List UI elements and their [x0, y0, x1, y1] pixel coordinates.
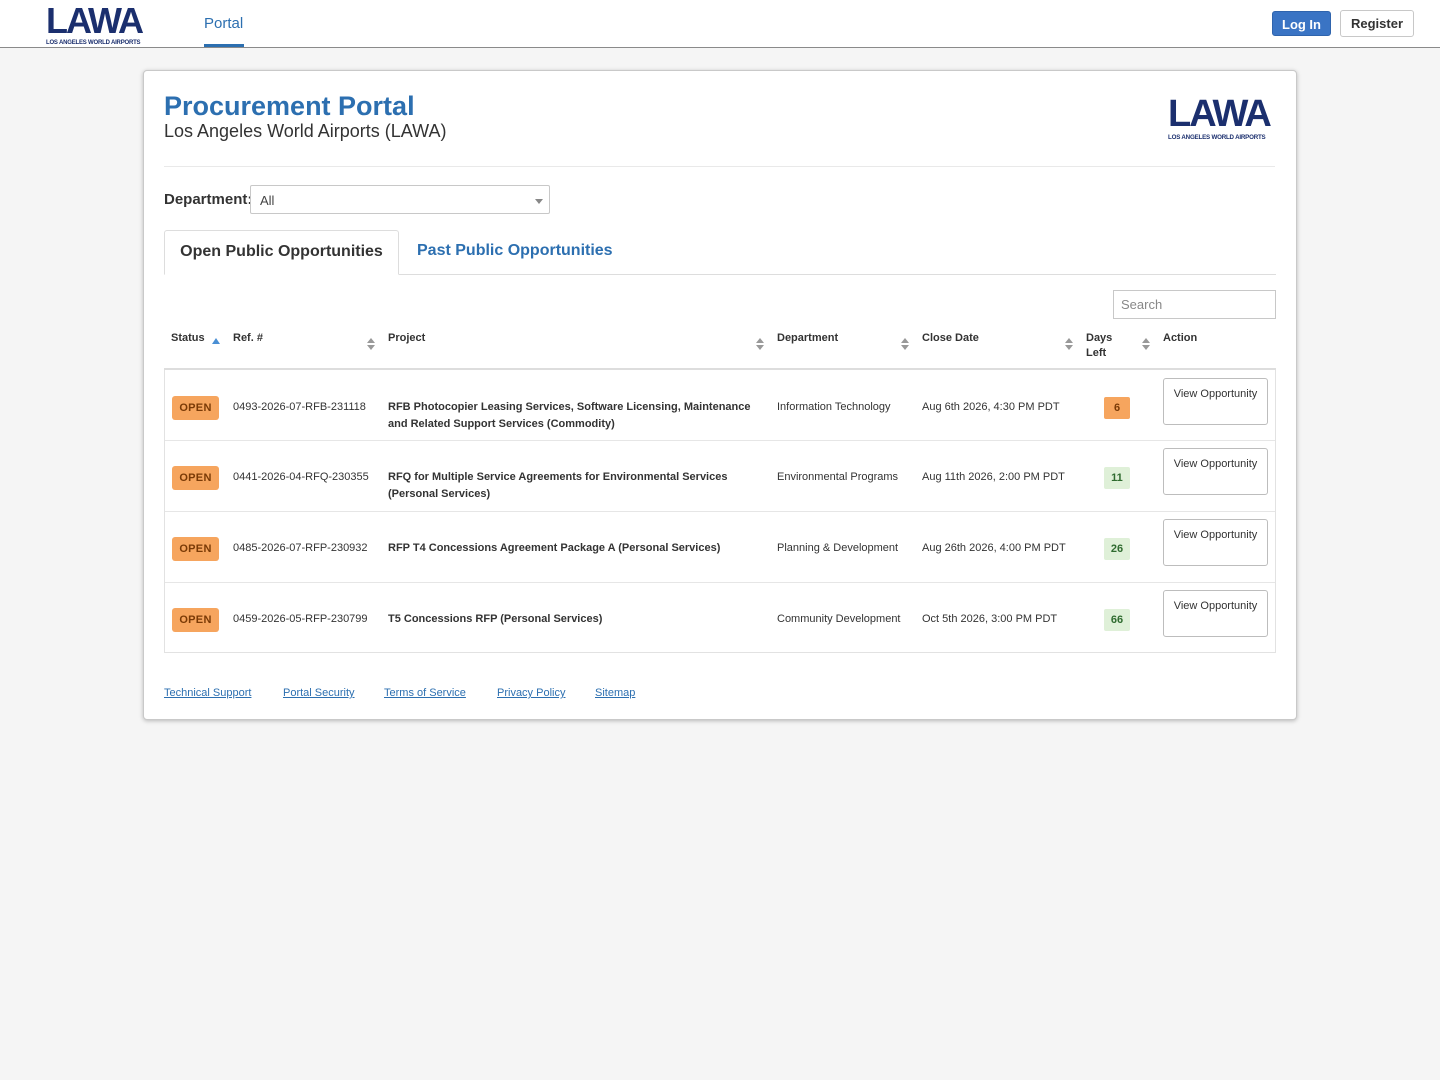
- days-left-badge: 66: [1104, 609, 1130, 631]
- sort-icon[interactable]: [756, 338, 764, 352]
- status-badge: OPEN: [172, 396, 219, 420]
- column-header-close-date[interactable]: Close Date: [922, 331, 979, 346]
- column-header-action: Action: [1163, 332, 1198, 344]
- days-left-badge: 6: [1104, 397, 1130, 419]
- project-name: T5 Concessions RFP (Personal Services): [388, 613, 603, 625]
- login-button[interactable]: Log In: [1272, 11, 1331, 36]
- sort-icon[interactable]: [901, 338, 909, 352]
- status-badge: OPEN: [172, 466, 219, 490]
- footer-link-terms-of-service[interactable]: Terms of Service: [384, 687, 466, 699]
- view-opportunity-button[interactable]: View Opportunity: [1163, 519, 1268, 566]
- lawa-logo[interactable]: LAWA LOS ANGELES WORLD AIRPORTS: [46, 0, 144, 47]
- logo-subtitle: LOS ANGELES WORLD AIRPORTS: [46, 40, 141, 46]
- row-divider: [165, 511, 1275, 512]
- status-badge: OPEN: [172, 608, 219, 632]
- header-divider: [164, 166, 1275, 167]
- project-name: RFQ for Multiple Service Agreements for …: [388, 471, 728, 500]
- sort-icon[interactable]: [1065, 338, 1073, 352]
- days-left-badge: 26: [1104, 538, 1130, 560]
- footer-link-sitemap[interactable]: Sitemap: [595, 687, 635, 699]
- top-navigation-bar: LAWA LOS ANGELES WORLD AIRPORTS Portal L…: [0, 0, 1440, 48]
- close-date: Aug 26th 2026, 4:00 PM PDT: [922, 542, 1066, 554]
- view-opportunity-button[interactable]: View Opportunity: [1163, 448, 1268, 495]
- sort-ascending-icon[interactable]: [212, 338, 220, 344]
- logo-wordmark: LAWA: [46, 0, 144, 41]
- days-left-badge: 11: [1104, 467, 1130, 489]
- nav-active-indicator: [204, 44, 244, 47]
- card-logo-subtitle: LOS ANGELES WORLD AIRPORTS: [1168, 134, 1266, 141]
- search-input[interactable]: [1113, 290, 1276, 319]
- ref-number: 0485-2026-07-RFP-230932: [233, 542, 368, 554]
- row-divider: [165, 440, 1275, 441]
- lawa-card-logo: LAWA LOS ANGELES WORLD AIRPORTS: [1168, 93, 1272, 141]
- row-divider: [165, 582, 1275, 583]
- department-name: Information Technology: [777, 401, 891, 413]
- column-header-ref[interactable]: Ref. #: [233, 331, 263, 346]
- sort-icon[interactable]: [367, 338, 375, 352]
- footer-link-technical-support[interactable]: Technical Support: [164, 687, 251, 699]
- status-badge: OPEN: [172, 537, 219, 561]
- department-selected-value: All: [260, 193, 275, 208]
- project-name: RFP T4 Concessions Agreement Package A (…: [388, 542, 721, 554]
- view-opportunity-button[interactable]: View Opportunity: [1163, 378, 1268, 425]
- footer-link-portal-security[interactable]: Portal Security: [283, 687, 355, 699]
- column-header-project[interactable]: Project: [388, 331, 425, 346]
- department-select[interactable]: All: [250, 185, 550, 214]
- department-label: Department:: [164, 191, 253, 208]
- close-date: Oct 5th 2026, 3:00 PM PDT: [922, 613, 1058, 625]
- nav-portal-link[interactable]: Portal: [204, 0, 243, 47]
- tab-open-opportunities[interactable]: Open Public Opportunities: [164, 230, 399, 275]
- card-logo-wordmark: LAWA: [1168, 93, 1272, 135]
- caret-down-icon: [535, 199, 543, 204]
- project-name: RFB Photocopier Leasing Services, Softwa…: [388, 401, 751, 430]
- sort-icon[interactable]: [1142, 338, 1150, 352]
- page-title: Procurement Portal: [164, 91, 415, 121]
- department-name: Community Development: [777, 613, 901, 625]
- view-opportunity-button[interactable]: View Opportunity: [1163, 590, 1268, 637]
- tab-past-opportunities[interactable]: Past Public Opportunities: [417, 230, 613, 275]
- column-header-department[interactable]: Department: [777, 331, 838, 346]
- ref-number: 0459-2026-05-RFP-230799: [233, 613, 368, 625]
- column-header-status[interactable]: Status: [171, 331, 205, 346]
- column-header-days-left[interactable]: Days Left: [1086, 331, 1126, 361]
- page-subtitle: Los Angeles World Airports (LAWA): [164, 121, 447, 141]
- close-date: Aug 11th 2026, 2:00 PM PDT: [922, 471, 1065, 483]
- footer-link-privacy-policy[interactable]: Privacy Policy: [497, 687, 565, 699]
- close-date: Aug 6th 2026, 4:30 PM PDT: [922, 401, 1060, 413]
- ref-number: 0493-2026-07-RFB-231118: [233, 401, 366, 413]
- department-name: Environmental Programs: [777, 471, 899, 483]
- department-name: Planning & Development: [777, 542, 899, 554]
- ref-number: 0441-2026-04-RFQ-230355: [233, 471, 369, 483]
- register-button[interactable]: Register: [1340, 10, 1414, 37]
